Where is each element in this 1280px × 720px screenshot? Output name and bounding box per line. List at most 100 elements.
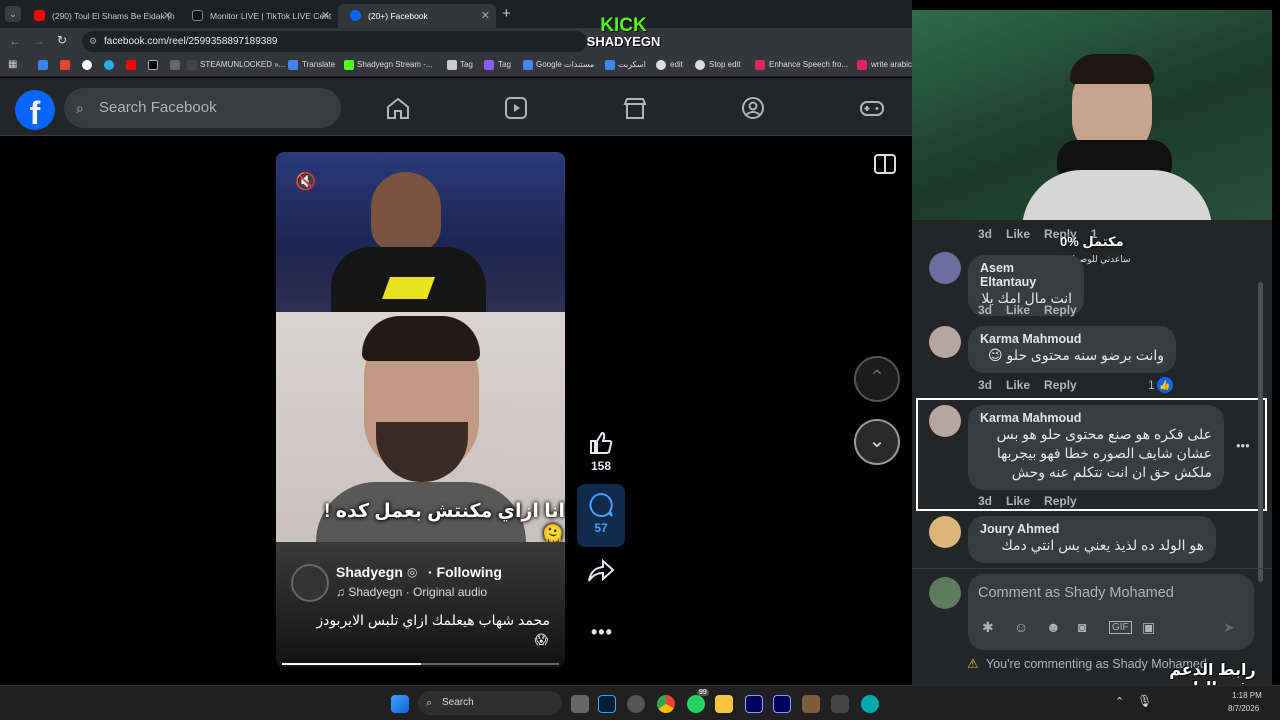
google-icon[interactable] <box>82 60 92 70</box>
bookmark-enhance-speech[interactable]: Enhance Speech fro... <box>769 60 848 69</box>
reel-audio[interactable]: ♫ Shadyegn · Original audio <box>336 585 487 599</box>
commenter-avatar[interactable] <box>929 516 961 548</box>
tag-icon[interactable] <box>447 60 457 70</box>
reply-link[interactable]: Reply <box>1044 378 1077 392</box>
tag-icon[interactable] <box>484 60 494 70</box>
google-docs-icon[interactable] <box>523 60 533 70</box>
site-info-icon[interactable]: ⚙ <box>89 31 97 52</box>
collapse-panel-icon[interactable] <box>874 154 896 174</box>
previous-reel-button[interactable]: ⌃ <box>854 356 900 402</box>
photoshop-icon[interactable] <box>598 695 616 713</box>
reel-video-player[interactable]: 🔇 انا ازاي مكنتش بعمل كده ! 🫠 Shadyegn ◎… <box>276 152 565 667</box>
like-button[interactable]: 158 <box>583 430 619 473</box>
avatar-sticker-icon[interactable]: ✱ <box>982 619 994 636</box>
steamunlocked-icon[interactable] <box>187 60 197 70</box>
comments-scrollbar[interactable] <box>1258 282 1263 582</box>
like-link[interactable]: Like <box>1006 227 1030 241</box>
forward-arrow-icon[interactable]: → <box>33 34 45 48</box>
gaming-icon[interactable] <box>859 96 885 120</box>
commenter-avatar[interactable] <box>929 252 961 284</box>
bookmark-steamunlocked[interactable]: STEAMUNLOCKED »... <box>200 60 285 69</box>
avatar-icon[interactable]: ☺ <box>1014 619 1028 635</box>
apps-grid-icon[interactable]: ▦ <box>8 59 17 70</box>
tab-tiktok-monitor[interactable]: Monitor LIVE | TikTok LIVE Cent ✕ <box>180 4 336 28</box>
tiktok-icon[interactable] <box>148 60 158 70</box>
media-encoder-icon[interactable] <box>773 695 791 713</box>
settings-gear-icon[interactable] <box>627 695 645 713</box>
bookmark-edit[interactable]: edit <box>670 60 683 69</box>
chrome-icon[interactable] <box>657 695 675 713</box>
author-avatar[interactable] <box>291 564 329 602</box>
commenter-name[interactable]: Asem Eltantauy <box>980 261 1072 289</box>
translate-icon[interactable] <box>288 60 298 70</box>
tab-facebook[interactable]: (20+) Facebook ✕ <box>338 4 496 28</box>
reels-video-icon[interactable] <box>503 96 529 120</box>
file-explorer-icon[interactable] <box>715 695 733 713</box>
edit-icon[interactable] <box>656 60 666 70</box>
adobe-icon[interactable] <box>755 60 765 70</box>
kick-icon[interactable] <box>344 60 354 70</box>
taskbar-search[interactable]: ⌕ Search <box>418 691 562 715</box>
following-button[interactable]: · Following <box>428 564 502 580</box>
marketplace-icon[interactable] <box>622 96 648 120</box>
user-avatar[interactable] <box>929 577 961 609</box>
microphone-icon[interactable]: 🎙 <box>1137 694 1152 708</box>
url-field[interactable]: ⚙ facebook.com/reel/2599358897189389 <box>82 31 587 52</box>
tab-list-chevron-icon[interactable]: ⌄ <box>5 6 21 22</box>
reel-progress-bar[interactable] <box>282 663 559 665</box>
app-icon[interactable] <box>802 695 820 713</box>
clock-time[interactable]: 1:18 PM <box>1232 691 1262 700</box>
next-reel-button[interactable]: ⌄ <box>854 419 900 465</box>
close-tab-icon[interactable]: ✕ <box>321 9 330 22</box>
back-arrow-icon[interactable]: ← <box>9 34 21 48</box>
bookmark-script[interactable]: اسكربت <box>618 60 646 69</box>
close-tab-icon[interactable]: ✕ <box>481 9 490 22</box>
youtube-icon[interactable] <box>126 60 136 70</box>
commenter-name[interactable]: Karma Mahmoud <box>980 332 1164 346</box>
write-icon[interactable] <box>857 60 867 70</box>
meta-icon[interactable] <box>38 60 48 70</box>
comment-composer[interactable]: Comment as Shady Mohamed ✱ ☺ ☻ ◙ GIF ▣ ➤ <box>968 574 1254 650</box>
commenter-name[interactable]: Karma Mahmoud <box>980 411 1212 425</box>
tray-chevron-icon[interactable]: ⌃ <box>1115 695 1124 708</box>
reply-link[interactable]: Reply <box>1044 494 1077 508</box>
steam-icon[interactable] <box>170 60 180 70</box>
home-icon[interactable] <box>385 96 411 120</box>
docs-icon[interactable] <box>605 60 615 70</box>
tab-youtube[interactable]: (290) Toul El Shams Be Eidak (h ✕ <box>22 4 178 28</box>
sticker-icon[interactable]: ▣ <box>1142 619 1155 636</box>
bookmark-translate[interactable]: Translate <box>302 60 335 69</box>
commenter-avatar[interactable] <box>929 405 961 437</box>
task-view-icon[interactable] <box>571 695 589 713</box>
new-tab-plus-icon[interactable]: + <box>502 5 511 22</box>
reload-icon[interactable]: ↻ <box>57 33 67 47</box>
bookmark-tag-2[interactable]: Tag <box>498 60 511 69</box>
comment-options-icon[interactable]: ••• <box>1236 438 1250 453</box>
premiere-pro-icon[interactable] <box>745 695 763 713</box>
commenter-avatar[interactable] <box>929 326 961 358</box>
bookmark-tag-1[interactable]: Tag <box>460 60 473 69</box>
search-input[interactable]: ⌕ Search Facebook <box>64 88 341 128</box>
commenter-name[interactable]: Joury Ahmed <box>980 522 1204 536</box>
telegram-icon[interactable] <box>104 60 114 70</box>
like-link[interactable]: Like <box>1006 378 1030 392</box>
more-options-icon[interactable]: ••• <box>591 622 613 643</box>
gmail-icon[interactable] <box>60 60 70 70</box>
send-icon[interactable]: ➤ <box>1223 619 1235 636</box>
edit-icon[interactable] <box>695 60 705 70</box>
groups-icon[interactable] <box>740 96 766 120</box>
gif-icon[interactable]: GIF <box>1109 621 1132 634</box>
bookmark-stop-edit[interactable]: Stop edit <box>709 60 741 69</box>
facebook-logo-icon[interactable]: f <box>15 90 55 131</box>
author-name[interactable]: Shadyegn <box>336 564 403 580</box>
bookmark-shadyegn-stream[interactable]: Shadyegn Stream -... <box>357 60 433 69</box>
like-link[interactable]: Like <box>1006 494 1030 508</box>
emoji-icon[interactable]: ☻ <box>1046 619 1061 635</box>
bookmark-write-arabic[interactable]: write arabic <box>871 60 912 69</box>
bookmark-google-docs[interactable]: Google مستندات <box>536 60 594 69</box>
like-link[interactable]: Like <box>1006 303 1030 317</box>
whatsapp-icon[interactable] <box>687 695 705 713</box>
camera-icon[interactable]: ◙ <box>1078 619 1086 635</box>
audio-waveform-icon[interactable] <box>831 695 849 713</box>
windows-start-icon[interactable] <box>391 695 409 713</box>
